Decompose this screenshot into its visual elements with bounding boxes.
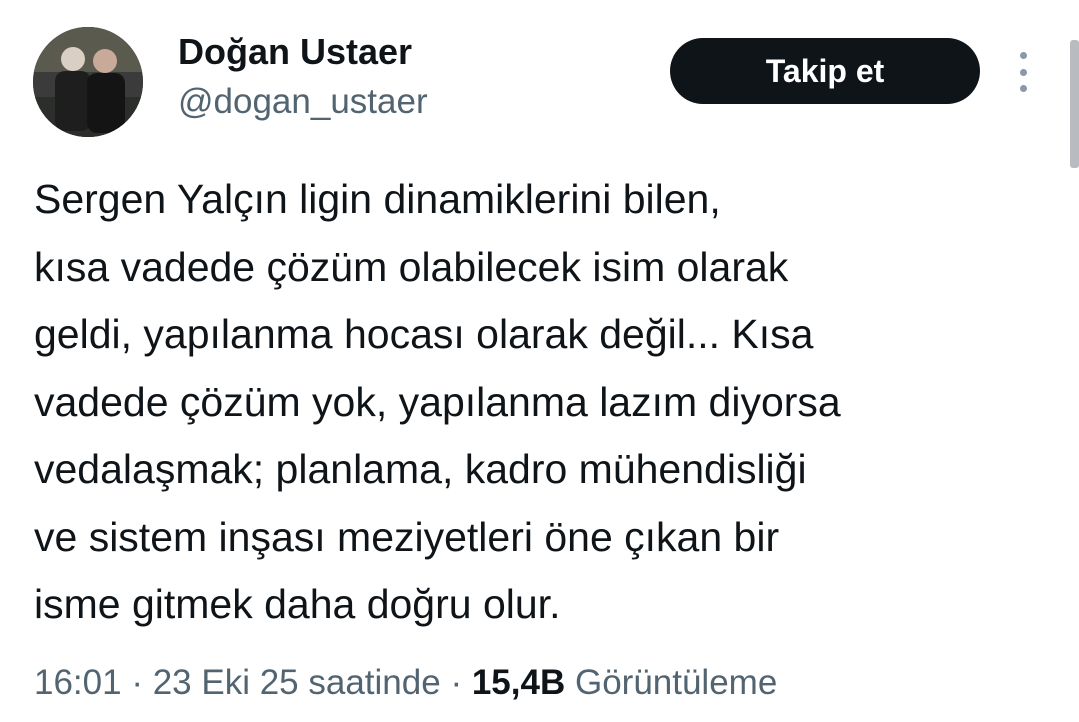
more-icon-dot [1019,85,1027,92]
meta-separator: · [131,663,143,702]
tweet-text-line: vedalaşmak; planlama, kadro mühendisliği [34,446,807,492]
meta-separator: · [450,663,463,702]
avatar-image [33,27,143,137]
tweet-text-line: kısa vadede çözüm olabilecek isim olarak [34,243,789,290]
more-icon-dot [1019,68,1027,76]
author-display-name[interactable]: Doğan Ustaer [178,30,412,74]
tweet-time[interactable]: 16:01 [34,663,122,702]
tweet-text-line: ve sistem inşası meziyetleri öne çıkan b… [34,513,780,560]
scrollbar[interactable] [1070,40,1079,168]
tweet-text: Sergen Yalçın ligin dinamiklerini bilen,… [34,166,1044,639]
more-vertical-icon[interactable] [1010,50,1036,94]
tweet-meta: 16:01 · 23 Eki 25 saatinde · 15,4B Görün… [34,658,777,708]
more-icon-dot [1019,52,1027,59]
tweet-date[interactable]: 23 Eki 25 saatinde [153,663,441,702]
tweet-text-line: vadede çözüm yok, yapılanma lazım diyors… [34,378,841,425]
tweet-text-line: geldi, yapılanma hocası olarak değil... … [34,311,814,357]
tweet-text-line: Sergen Yalçın ligin dinamiklerini bilen, [34,176,721,222]
author-handle[interactable]: @dogan_ustaer [178,80,428,124]
views-label: Görüntüleme [574,663,778,702]
tweet-text-line: isme gitmek daha doğru olur. [34,581,561,627]
views-count[interactable]: 15,4B [472,663,565,702]
follow-button[interactable]: Takip et [670,38,980,104]
avatar[interactable] [33,27,143,137]
